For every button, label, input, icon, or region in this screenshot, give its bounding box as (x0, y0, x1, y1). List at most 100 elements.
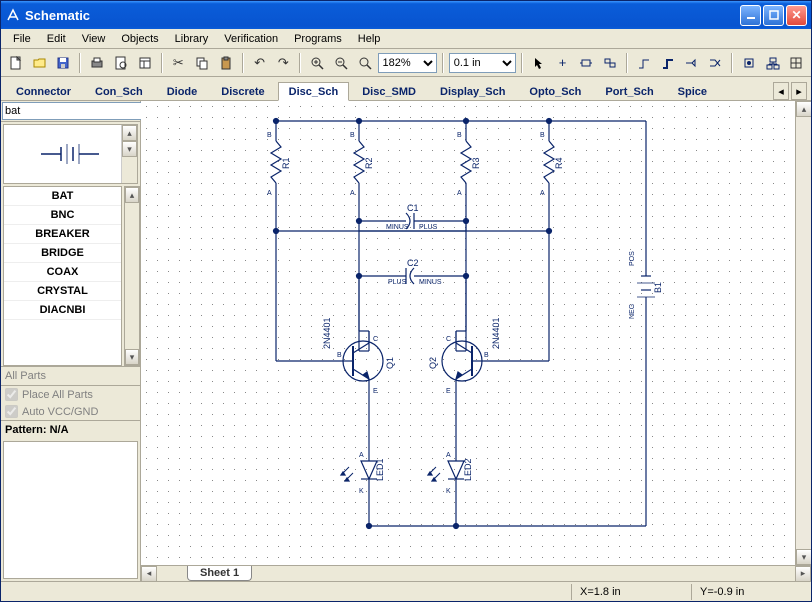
minimize-button[interactable] (740, 5, 761, 26)
statusbar: X=1.8 in Y=-0.9 in (1, 581, 811, 601)
tab-connector[interactable]: Connector (5, 82, 82, 100)
app-window: Schematic ✕ File Edit View Objects Libra… (0, 0, 812, 602)
netport-icon[interactable] (680, 52, 702, 74)
new-icon[interactable] (5, 52, 27, 74)
tab-scroll-left[interactable]: ◂ (773, 82, 789, 100)
svg-text:A: A (267, 190, 272, 197)
toolbar: ✂ ↶ ↷ 182% 0.1 in + (1, 49, 811, 77)
cut-icon[interactable]: ✂ (168, 52, 190, 74)
zoom-fit-icon[interactable] (354, 52, 376, 74)
part-breaker[interactable]: BREAKER (4, 225, 121, 244)
filter-label[interactable]: All Parts (1, 366, 140, 386)
pattern-label: Pattern: N/A (1, 420, 140, 439)
menu-edit[interactable]: Edit (39, 31, 74, 47)
svg-text:NEG: NEG (629, 304, 636, 319)
tab-opto-sch[interactable]: Opto_Sch (518, 82, 592, 100)
preview-scroll-up[interactable]: ▴ (122, 125, 137, 141)
wire-icon[interactable] (633, 52, 655, 74)
svg-text:C2: C2 (407, 258, 419, 268)
close-button[interactable]: ✕ (786, 5, 807, 26)
place-all-checkbox[interactable] (5, 388, 18, 401)
svg-text:B: B (337, 352, 342, 359)
tab-disc-sch[interactable]: Disc_Sch (278, 82, 350, 101)
part-list: BAT BNC BREAKER BRIDGE COAX CRYSTAL DIAC… (3, 186, 122, 366)
svg-text:R1: R1 (281, 157, 291, 169)
grid-icon[interactable] (785, 52, 807, 74)
undo-icon[interactable]: ↶ (249, 52, 271, 74)
menu-file[interactable]: File (5, 31, 39, 47)
pointer-icon[interactable] (528, 52, 550, 74)
auto-vcc-checkbox[interactable] (5, 405, 18, 418)
tab-display-sch[interactable]: Display_Sch (429, 82, 516, 100)
svg-text:B: B (484, 352, 489, 359)
redo-icon[interactable]: ↷ (273, 52, 295, 74)
hierarchy-icon[interactable] (762, 52, 784, 74)
preview-scroll-down[interactable]: ▾ (122, 141, 137, 157)
menu-view[interactable]: View (74, 31, 114, 47)
partlist-scroll-down[interactable]: ▾ (125, 349, 139, 365)
tab-spice[interactable]: Spice (667, 82, 718, 100)
sheet-tab[interactable]: Sheet 1 (187, 566, 252, 581)
units-combo[interactable]: 0.1 in (449, 53, 516, 73)
canvas-area: R1 R2 R3 R4 C1 C2 MINUS PLUS PLUS MINUS … (141, 101, 811, 581)
tab-disc-smd[interactable]: Disc_SMD (351, 82, 427, 100)
svg-text:LED1: LED1 (375, 458, 385, 481)
maximize-button[interactable] (763, 5, 784, 26)
tab-discrete[interactable]: Discrete (210, 82, 275, 100)
menu-programs[interactable]: Programs (286, 31, 350, 47)
window-title: Schematic (25, 8, 738, 23)
menu-verification[interactable]: Verification (216, 31, 286, 47)
canvas-vscroll[interactable]: ▴ ▾ (795, 101, 811, 565)
crosshair-icon[interactable]: + (552, 52, 574, 74)
tab-con-sch[interactable]: Con_Sch (84, 82, 154, 100)
hscroll-left[interactable]: ◂ (141, 566, 157, 582)
zoom-out-icon[interactable] (330, 52, 352, 74)
busconn-icon[interactable] (704, 52, 726, 74)
svg-text:B: B (267, 132, 272, 139)
part-bat[interactable]: BAT (4, 187, 121, 206)
part-icon[interactable] (738, 52, 760, 74)
part-diacnbi[interactable]: DIACNBI (4, 301, 121, 320)
svg-text:A: A (359, 452, 364, 459)
hscroll-right[interactable]: ▸ (795, 566, 811, 582)
svg-text:Q1: Q1 (385, 357, 395, 369)
status-x: X=1.8 in (571, 584, 691, 600)
library-tabs: Connector Con_Sch Diode Discrete Disc_Sc… (1, 77, 811, 101)
tab-diode[interactable]: Diode (156, 82, 209, 100)
print-preview-icon[interactable] (110, 52, 132, 74)
separator (626, 53, 628, 73)
menu-objects[interactable]: Objects (113, 31, 166, 47)
bus-icon[interactable] (657, 52, 679, 74)
svg-text:MINUS: MINUS (386, 224, 409, 231)
svg-text:K: K (359, 488, 364, 495)
part-coax[interactable]: COAX (4, 263, 121, 282)
save-icon[interactable] (53, 52, 75, 74)
tab-scroll-right[interactable]: ▸ (791, 82, 807, 100)
pattern-preview (3, 441, 138, 579)
menu-library[interactable]: Library (167, 31, 217, 47)
vscroll-up[interactable]: ▴ (796, 101, 811, 117)
zoom-combo[interactable]: 182% (378, 53, 437, 73)
part-crystal[interactable]: CRYSTAL (4, 282, 121, 301)
vscroll-down[interactable]: ▾ (796, 549, 811, 565)
partlist-scroll-up[interactable]: ▴ (125, 187, 139, 203)
part-bridge[interactable]: BRIDGE (4, 244, 121, 263)
zoom-in-icon[interactable] (306, 52, 328, 74)
svg-text:E: E (446, 388, 451, 395)
titles-icon[interactable] (134, 52, 156, 74)
schematic-canvas[interactable]: R1 R2 R3 R4 C1 C2 MINUS PLUS PLUS MINUS … (141, 101, 795, 565)
part-bnc[interactable]: BNC (4, 206, 121, 225)
copy-icon[interactable] (191, 52, 213, 74)
print-icon[interactable] (86, 52, 108, 74)
menu-help[interactable]: Help (350, 31, 389, 47)
tab-port-sch[interactable]: Port_Sch (594, 82, 664, 100)
open-icon[interactable] (29, 52, 51, 74)
paste-icon[interactable] (215, 52, 237, 74)
component-array-icon[interactable] (599, 52, 621, 74)
svg-text:A: A (350, 190, 355, 197)
component-icon[interactable] (575, 52, 597, 74)
svg-text:R3: R3 (471, 157, 481, 169)
canvas-hscroll[interactable]: ◂ Sheet 1 ▸ (141, 565, 811, 581)
separator (299, 53, 301, 73)
part-search-input[interactable] (2, 102, 150, 120)
